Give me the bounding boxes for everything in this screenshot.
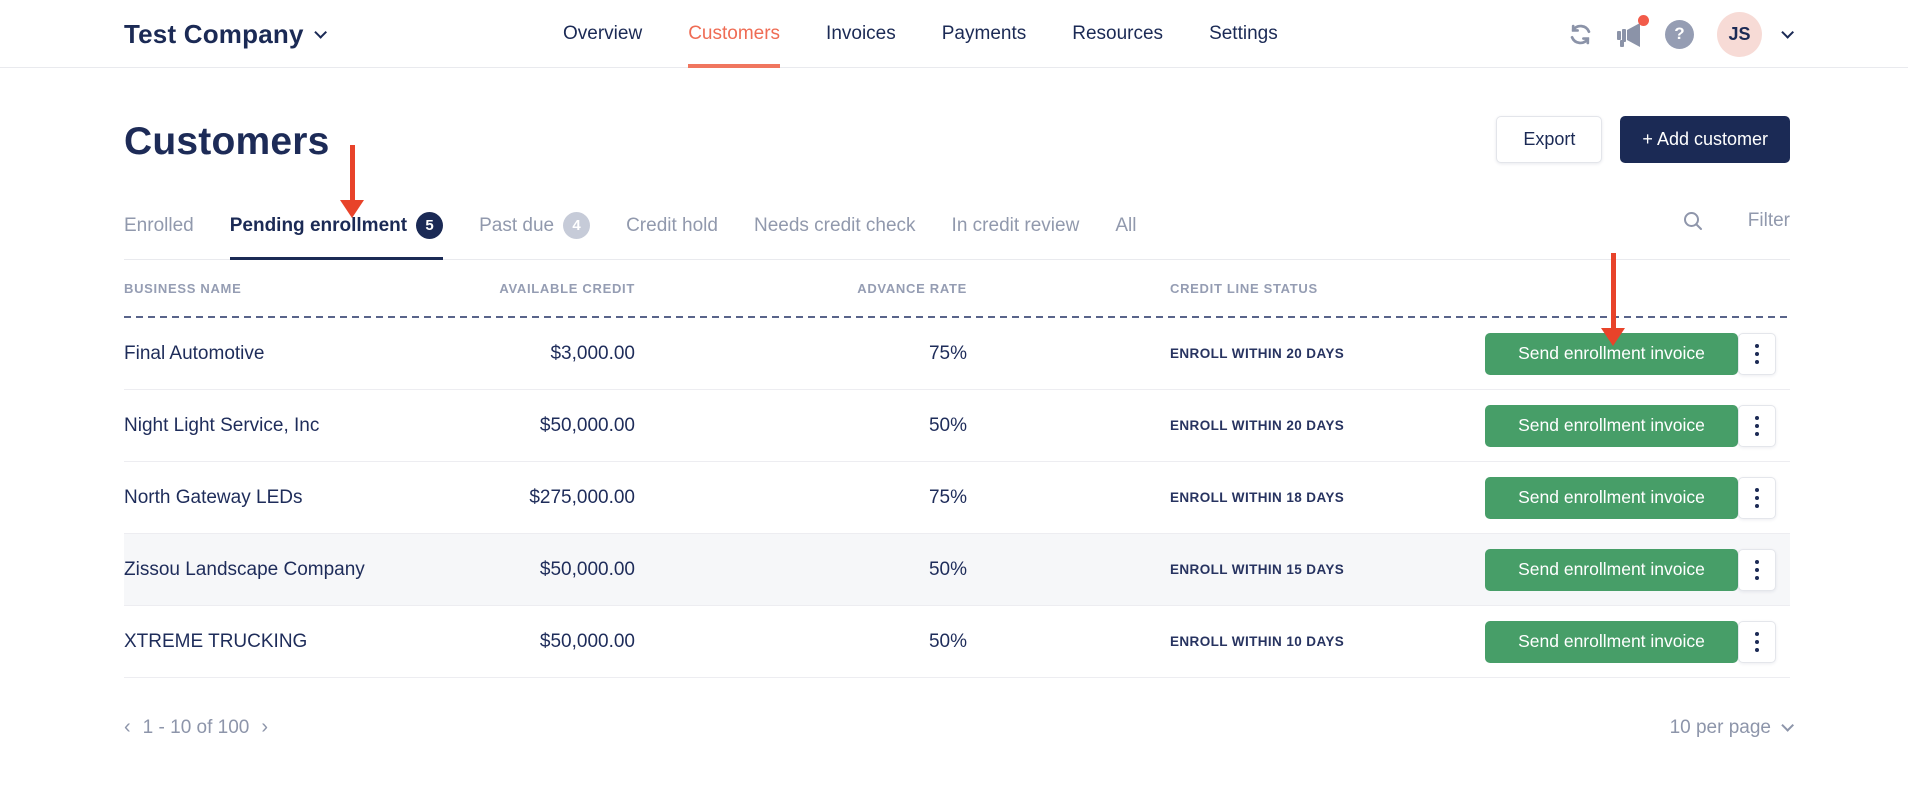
- main-nav: Overview Customers Invoices Payments Res…: [563, 0, 1278, 68]
- advance-rate: 50%: [928, 414, 967, 436]
- advance-rate: 50%: [928, 558, 967, 580]
- table-row: Final Automotive $3,000.00 75% ENROLL WI…: [124, 318, 1790, 390]
- nav-item-payments[interactable]: Payments: [942, 0, 1026, 68]
- tab-in-credit-review[interactable]: In credit review: [952, 206, 1080, 259]
- customer-tabs: Enrolled Pending enrollment 5 Past due 4…: [124, 206, 1790, 260]
- table-row: Night Light Service, Inc $50,000.00 50% …: [124, 390, 1790, 462]
- business-name: XTREME TRUCKING: [124, 630, 308, 652]
- search-icon[interactable]: [1682, 210, 1704, 232]
- row-kebab-menu[interactable]: [1738, 620, 1776, 663]
- business-name: North Gateway LEDs: [124, 486, 303, 508]
- pending-count-badge: 5: [416, 212, 444, 239]
- sync-icon[interactable]: [1567, 21, 1594, 48]
- send-enrollment-invoice-button[interactable]: Send enrollment invoice: [1485, 404, 1738, 447]
- page-actions: Export + Add customer: [1496, 116, 1790, 163]
- tab-all[interactable]: All: [1115, 206, 1136, 259]
- row-kebab-menu[interactable]: [1738, 332, 1776, 375]
- advance-rate: 50%: [928, 630, 967, 652]
- tab-credit-hold[interactable]: Credit hold: [626, 206, 718, 259]
- announcements-megaphone-icon[interactable]: [1613, 14, 1649, 50]
- row-kebab-menu[interactable]: [1738, 548, 1776, 591]
- per-page-chevron-down-icon: [1781, 719, 1794, 732]
- past-due-count-badge: 4: [563, 212, 591, 239]
- table-row: North Gateway LEDs $275,000.00 75% ENROL…: [124, 462, 1790, 534]
- content-area: Customers Export + Add customer Enrolled…: [124, 68, 1794, 739]
- available-credit: $3,000.00: [550, 342, 635, 364]
- top-navigation-bar: Test Company Overview Customers Invoices…: [0, 0, 1908, 68]
- send-enrollment-invoice-button[interactable]: Send enrollment invoice: [1485, 548, 1738, 591]
- customers-page: Test Company Overview Customers Invoices…: [0, 0, 1908, 800]
- annotation-arrow-pending-tab: [340, 145, 364, 218]
- credit-line-status: ENROLL WITHIN 10 DAYS: [1170, 634, 1345, 649]
- available-credit: $275,000.00: [529, 486, 635, 508]
- row-kebab-menu[interactable]: [1738, 476, 1776, 519]
- advance-rate: 75%: [928, 486, 967, 508]
- notification-dot: [1638, 14, 1649, 26]
- help-icon[interactable]: ?: [1665, 19, 1694, 49]
- col-credit-line-status: CREDIT LINE STATUS: [1170, 280, 1318, 296]
- topbar-icons: ? JS: [1567, 0, 1794, 68]
- tab-pending-enrollment[interactable]: Pending enrollment 5: [229, 206, 444, 260]
- nav-item-invoices[interactable]: Invoices: [826, 0, 896, 68]
- pagination: ‹ 1 - 10 of 100 › 10 per page: [124, 716, 1794, 739]
- business-name: Night Light Service, Inc: [124, 414, 320, 436]
- filter-button[interactable]: Filter: [1748, 210, 1790, 232]
- col-business-name: BUSINESS NAME: [124, 280, 242, 296]
- available-credit: $50,000.00: [539, 558, 635, 580]
- tab-enrolled[interactable]: Enrolled: [124, 206, 194, 259]
- export-button[interactable]: Export: [1496, 116, 1603, 163]
- available-credit: $50,000.00: [539, 414, 635, 436]
- send-enrollment-invoice-button[interactable]: Send enrollment invoice: [1485, 476, 1738, 519]
- company-name: Test Company: [124, 18, 304, 49]
- credit-line-status: ENROLL WITHIN 20 DAYS: [1170, 418, 1345, 433]
- col-available-credit: AVAILABLE CREDIT: [499, 280, 635, 296]
- credit-line-status: ENROLL WITHIN 18 DAYS: [1170, 490, 1345, 505]
- table-header: BUSINESS NAME AVAILABLE CREDIT ADVANCE R…: [124, 260, 1790, 316]
- chevron-down-icon: [313, 25, 327, 39]
- pagination-range: 1 - 10 of 100: [142, 716, 250, 738]
- credit-line-status: ENROLL WITHIN 15 DAYS: [1170, 562, 1345, 577]
- business-name: Final Automotive: [124, 342, 265, 364]
- col-advance-rate: ADVANCE RATE: [857, 280, 967, 296]
- business-name: Zissou Landscape Company: [124, 558, 365, 580]
- prev-page-icon[interactable]: ‹: [124, 716, 131, 739]
- tab-past-due[interactable]: Past due 4: [479, 206, 591, 259]
- nav-item-resources[interactable]: Resources: [1072, 0, 1163, 68]
- credit-line-status: ENROLL WITHIN 20 DAYS: [1170, 346, 1345, 361]
- table-tools: Filter: [1682, 210, 1790, 232]
- send-enrollment-invoice-button[interactable]: Send enrollment invoice: [1485, 620, 1738, 663]
- table-row: XTREME TRUCKING $50,000.00 50% ENROLL WI…: [124, 606, 1790, 678]
- account-chevron-down-icon[interactable]: [1781, 25, 1794, 39]
- nav-item-overview[interactable]: Overview: [563, 0, 642, 68]
- nav-item-settings[interactable]: Settings: [1209, 0, 1278, 68]
- row-kebab-menu[interactable]: [1738, 404, 1776, 447]
- available-credit: $50,000.00: [539, 630, 635, 652]
- table-row: Zissou Landscape Company $50,000.00 50% …: [124, 534, 1790, 606]
- avatar[interactable]: JS: [1717, 11, 1762, 57]
- add-customer-button[interactable]: + Add customer: [1620, 116, 1790, 163]
- nav-item-customers[interactable]: Customers: [688, 0, 781, 68]
- advance-rate: 75%: [928, 342, 967, 364]
- per-page-select[interactable]: 10 per page: [1670, 717, 1794, 739]
- company-switcher[interactable]: Test Company: [124, 0, 327, 68]
- next-page-icon[interactable]: ›: [261, 716, 268, 739]
- page-header: Customers Export + Add customer: [124, 116, 1790, 172]
- annotation-arrow-send-invoice: [1601, 253, 1625, 346]
- tab-needs-credit-check[interactable]: Needs credit check: [754, 206, 916, 259]
